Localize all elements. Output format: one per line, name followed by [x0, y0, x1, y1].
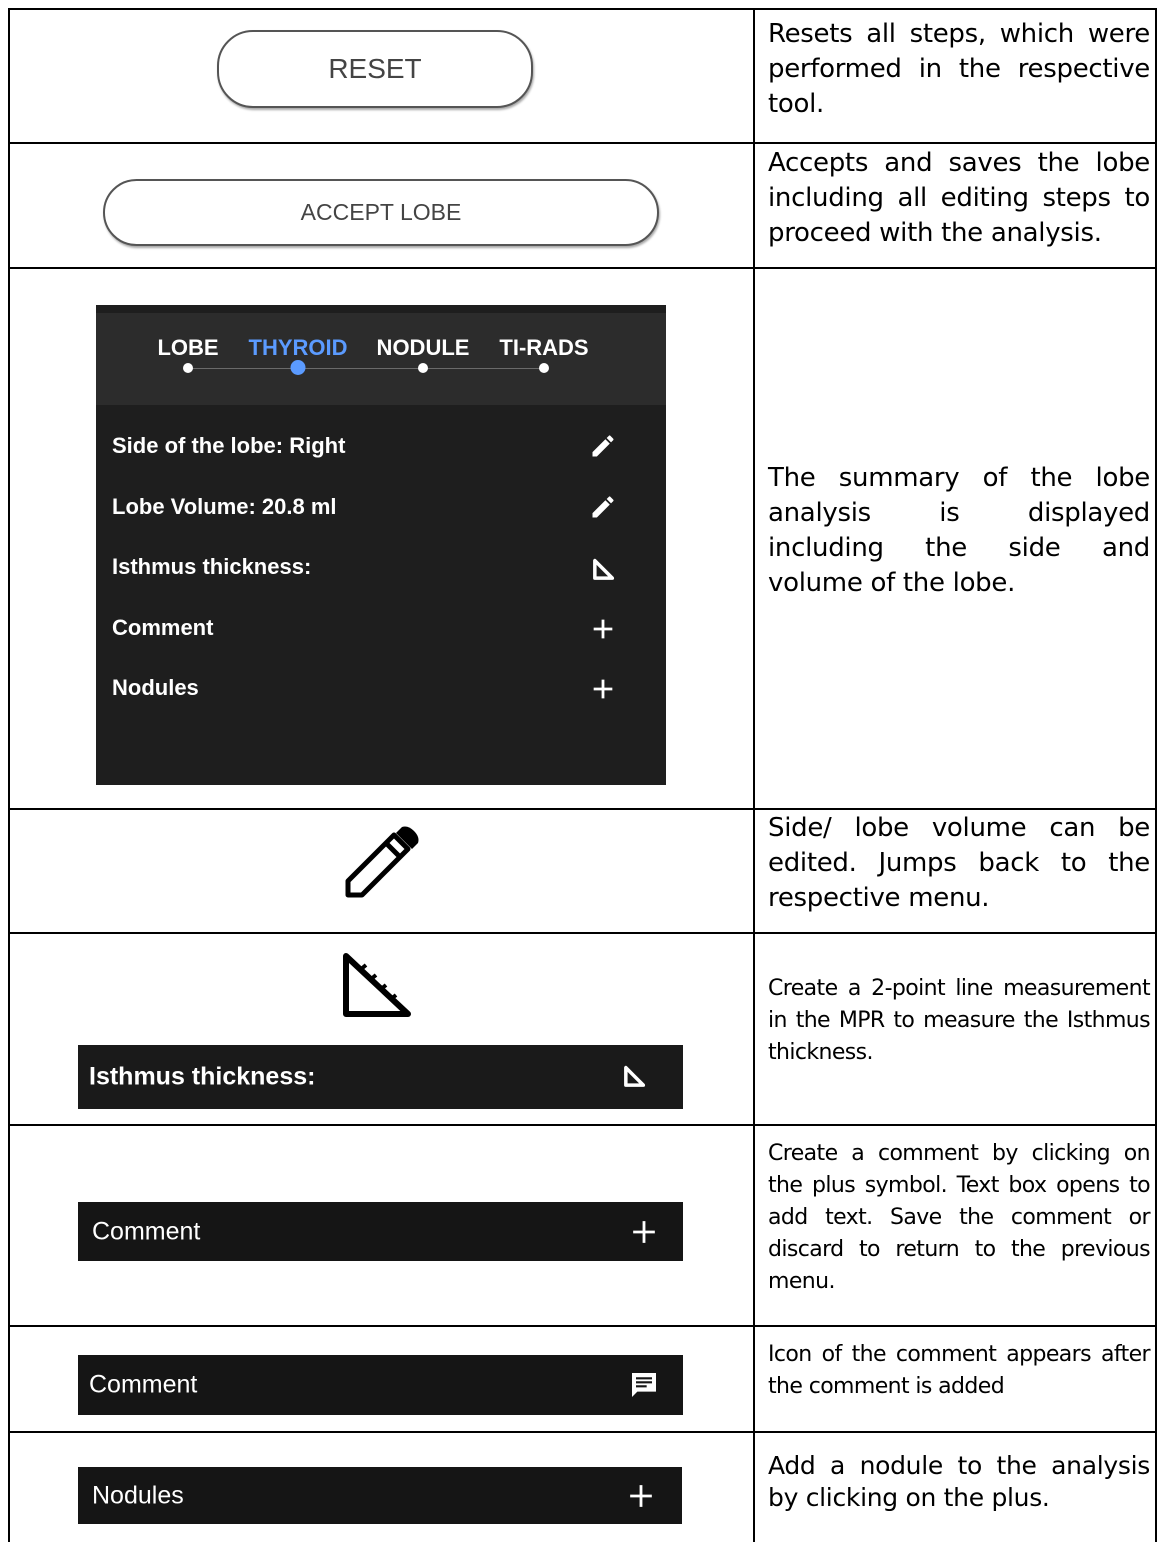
comment-added-bar: Comment — [78, 1355, 683, 1415]
row-divider — [8, 1124, 1157, 1126]
isthmus-thickness-bar: Isthmus thickness: — [78, 1045, 683, 1109]
row-divider — [8, 1325, 1157, 1327]
nodules-bar-label: Nodules — [92, 1481, 184, 1509]
comment-bar-label: Comment — [92, 1217, 201, 1245]
step-thyroid[interactable]: THYROID — [249, 335, 348, 361]
row-divider — [8, 142, 1157, 144]
reset-button[interactable]: RESET — [217, 30, 533, 108]
row-divider — [8, 932, 1157, 934]
plus-icon[interactable] — [631, 1219, 657, 1245]
step-dot — [183, 363, 193, 373]
reset-button-label: RESET — [328, 53, 422, 84]
comment-bar: Comment — [78, 1202, 683, 1261]
pencil-icon[interactable] — [589, 493, 617, 521]
table-column-divider — [753, 8, 755, 1542]
row-divider — [8, 808, 1157, 810]
comment-label: Comment — [112, 615, 214, 640]
step-dot — [418, 363, 428, 373]
nodules-bar: Nodules — [78, 1467, 682, 1524]
comment-added-bar-label: Comment — [89, 1370, 198, 1399]
accept-lobe-button-label: ACCEPT LOBE — [300, 199, 462, 225]
step-dot-active — [290, 360, 306, 375]
step-lobe[interactable]: LOBE — [157, 335, 218, 361]
ruler-triangle-icon[interactable] — [589, 556, 617, 584]
stepper-line — [188, 368, 544, 369]
ruler-triangle-icon — [343, 953, 411, 1017]
pencil-icon — [345, 826, 419, 898]
pencil-icon[interactable] — [589, 432, 617, 460]
plus-icon[interactable] — [589, 675, 617, 703]
comment-icon-description: Icon of the comment appears after the co… — [768, 1342, 1151, 1399]
lobe-volume-label: Lobe Volume: 20.8 ml — [112, 494, 337, 519]
isthmus-thickness-bar-label: Isthmus thickness: — [89, 1062, 316, 1091]
workflow-stepper: LOBE THYROID NODULE TI-RADS — [96, 313, 666, 405]
comment-icon[interactable] — [628, 1369, 660, 1401]
plus-icon[interactable] — [589, 615, 617, 643]
plus-icon[interactable] — [628, 1483, 654, 1509]
accept-lobe-button[interactable]: ACCEPT LOBE — [103, 179, 659, 246]
step-dot — [539, 363, 549, 373]
edit-description: Side/ lobe volume can be edited. Jumps b… — [768, 813, 1150, 913]
step-nodule[interactable]: NODULE — [377, 335, 470, 361]
table-border-top — [8, 8, 1157, 10]
summary-description: The summary of the lobe analysis is disp… — [768, 463, 1150, 598]
lobe-summary-panel: LOBE THYROID NODULE TI-RADS Side of the … — [96, 305, 666, 785]
reset-description: Resets all steps, which were performed i… — [768, 19, 1150, 119]
accept-lobe-description: Accepts and saves the lobe including all… — [768, 148, 1150, 248]
comment-description: Create a comment by clicking on the plus… — [768, 1141, 1151, 1294]
side-of-lobe-label: Side of the lobe: Right — [112, 433, 346, 458]
row-divider — [8, 1431, 1157, 1433]
step-ti-rads[interactable]: TI-RADS — [499, 335, 588, 361]
nodules-description: Add a nodule to the analysis by clicking… — [768, 1451, 1150, 1512]
row-divider — [8, 267, 1157, 269]
isthmus-thickness-label: Isthmus thickness: — [112, 554, 312, 579]
measurement-description: Create a 2-point line measurement in the… — [768, 976, 1151, 1065]
nodules-label: Nodules — [112, 675, 199, 700]
ruler-triangle-icon[interactable] — [620, 1063, 648, 1091]
table-border-left — [8, 8, 10, 1542]
